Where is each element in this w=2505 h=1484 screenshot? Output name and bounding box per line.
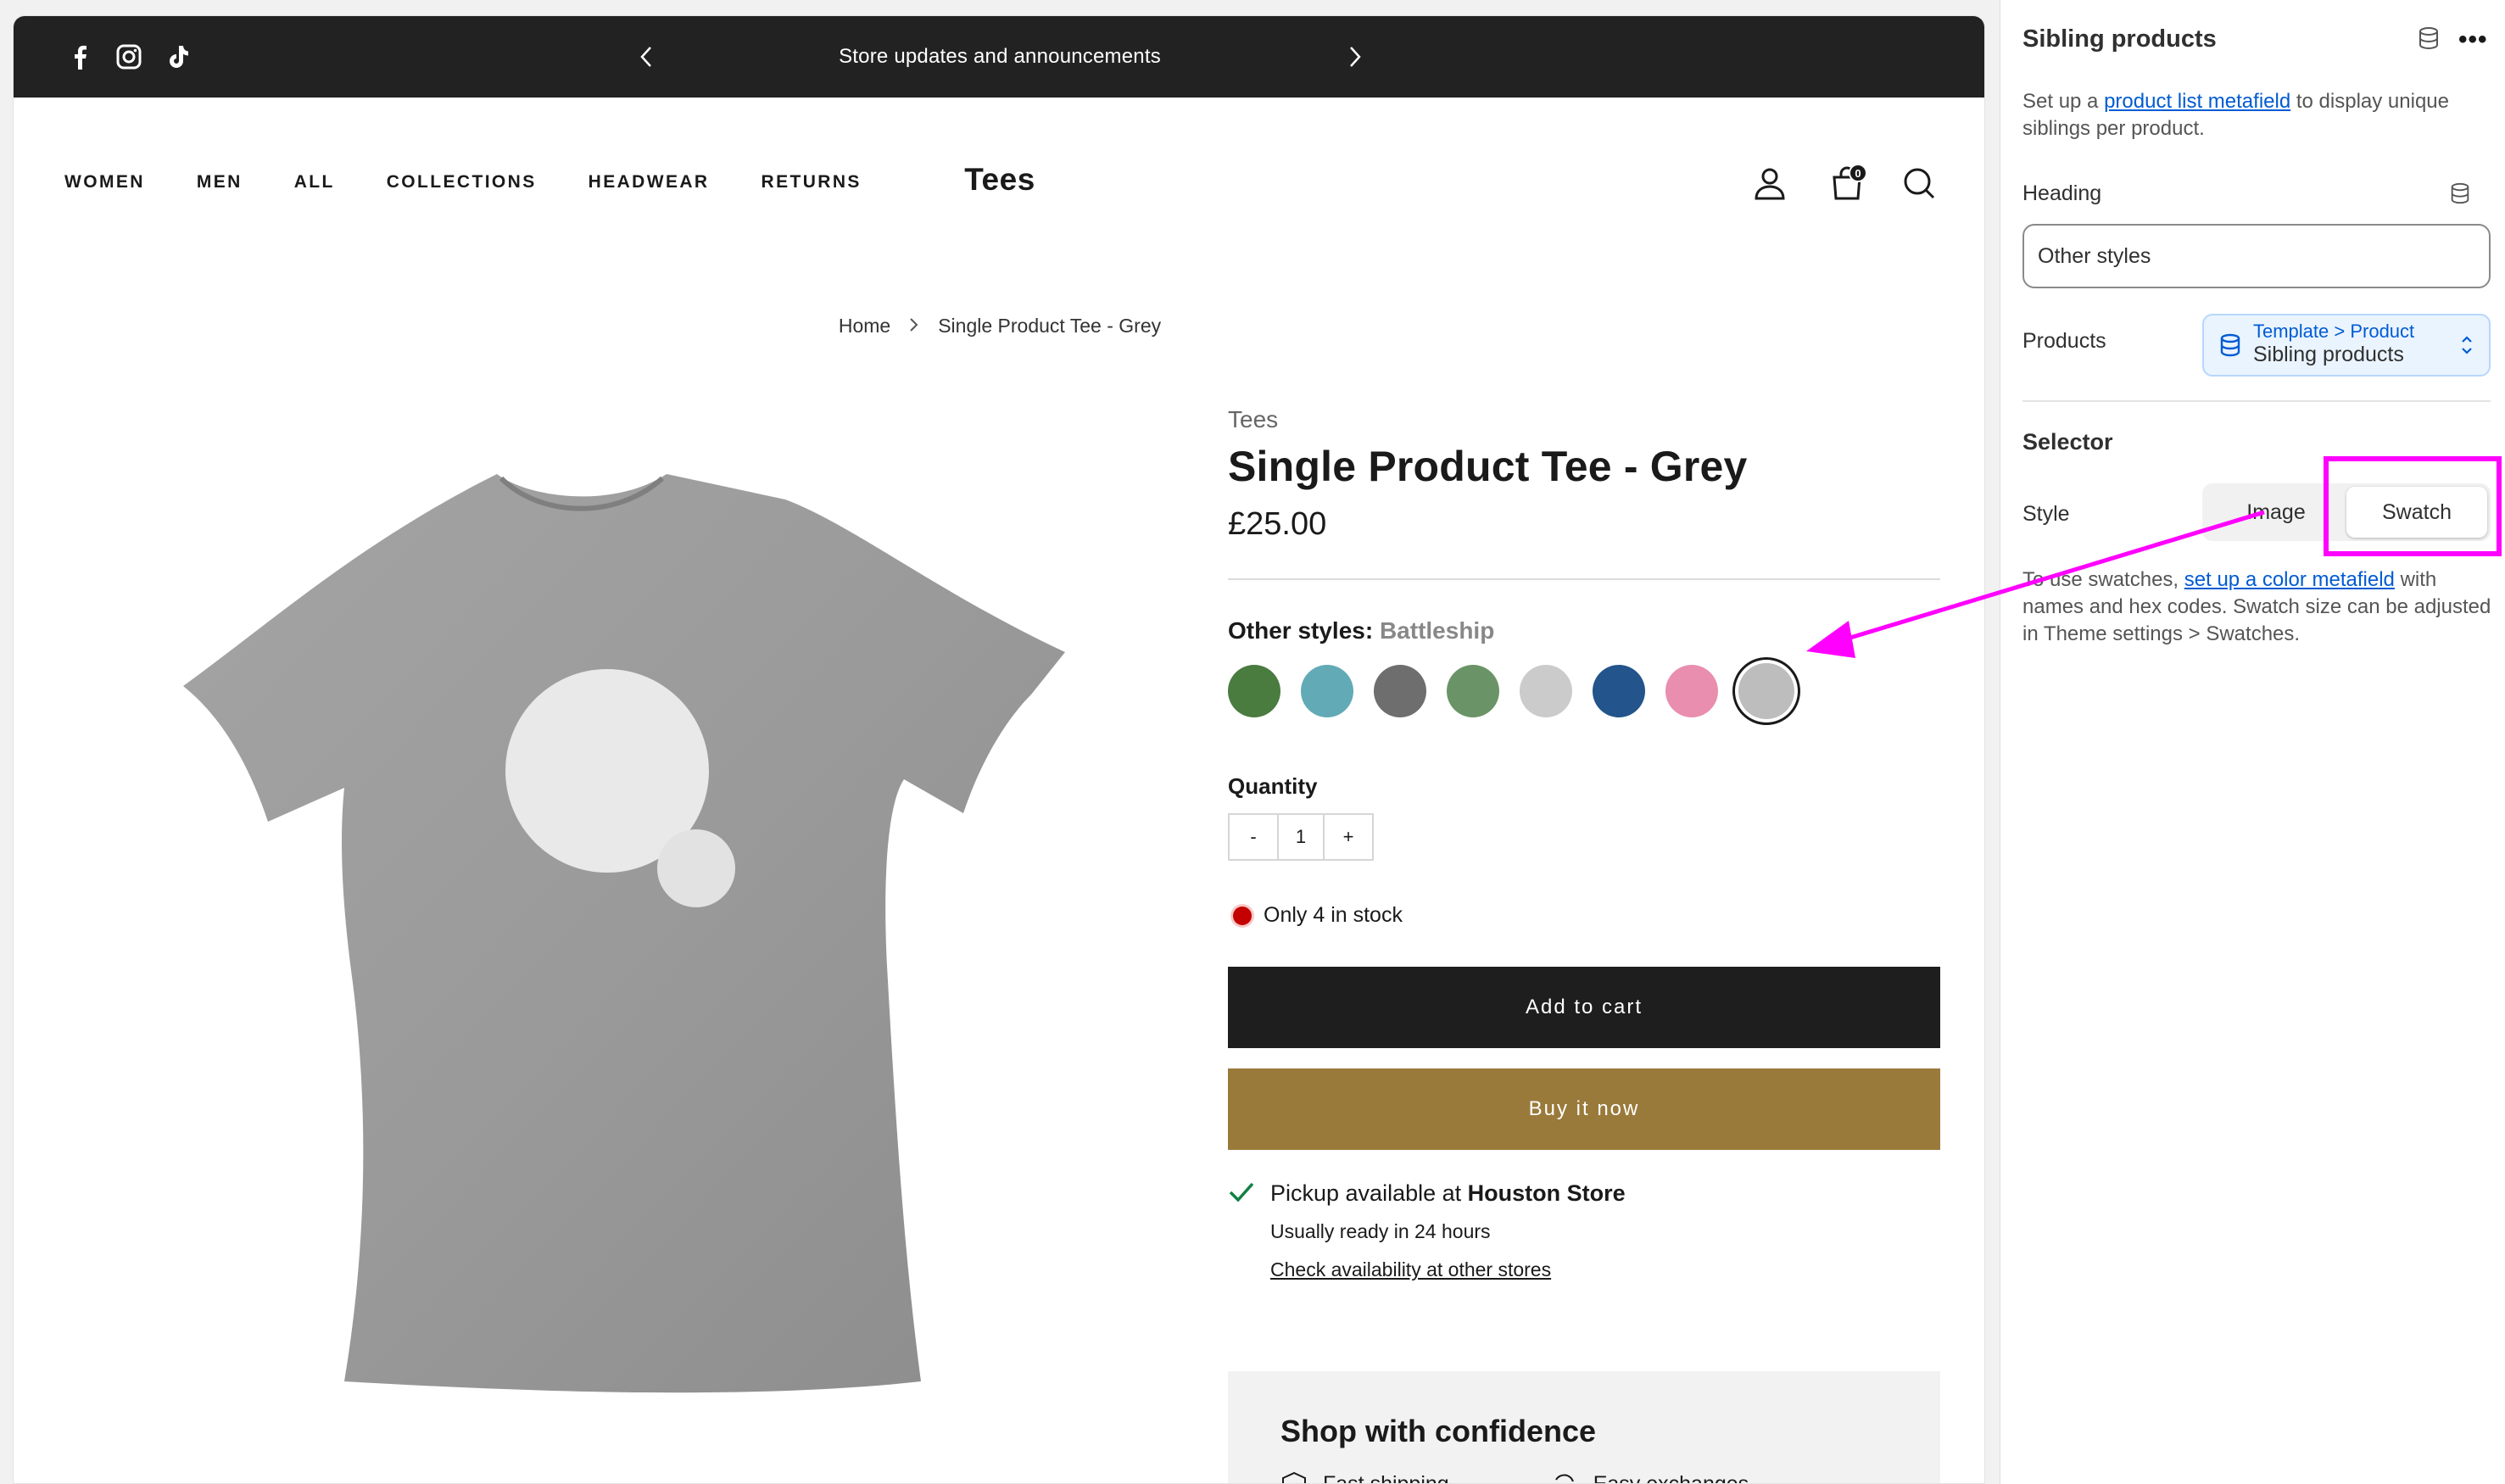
color-metafield-link[interactable]: set up a color metafield bbox=[2184, 568, 2395, 591]
selected-style-name: Battleship bbox=[1379, 617, 1495, 644]
low-stock-dot-icon bbox=[1233, 906, 1252, 925]
database-icon bbox=[2451, 182, 2469, 204]
search-icon bbox=[1904, 168, 1935, 199]
chevron-right-icon bbox=[910, 318, 918, 332]
pickup-text: Pickup available at Houston Store bbox=[1270, 1180, 1626, 1207]
swatch-list bbox=[1228, 663, 1940, 719]
divider bbox=[1228, 578, 1940, 580]
selector-section-title: Selector bbox=[2022, 429, 2113, 455]
product-price: £25.00 bbox=[1228, 506, 1327, 542]
shop-with-confidence-block: Shop with confidence Fast shipping Easy … bbox=[1228, 1371, 1940, 1484]
database-icon bbox=[2419, 27, 2438, 50]
heading-label: Heading bbox=[2022, 181, 2102, 205]
site-header: WOMEN MEN ALL COLLECTIONS HEADWEAR RETUR… bbox=[14, 98, 1984, 233]
user-icon bbox=[1755, 168, 1785, 200]
swatch[interactable] bbox=[1374, 665, 1426, 717]
account-button[interactable] bbox=[1750, 164, 1789, 203]
more-options-button[interactable]: ••• bbox=[2458, 25, 2488, 54]
add-to-cart-button[interactable]: Add to cart bbox=[1228, 967, 1940, 1048]
dynamic-source-button[interactable] bbox=[2416, 25, 2441, 55]
stock-text: Only 4 in stock bbox=[1264, 903, 1403, 927]
other-styles-heading: Other styles: bbox=[1228, 617, 1374, 644]
quantity-input[interactable]: 1 bbox=[1277, 815, 1325, 859]
products-label: Products bbox=[2022, 329, 2106, 353]
database-icon bbox=[2220, 333, 2240, 357]
confidence-item-exchanges: Easy exchanges bbox=[1551, 1471, 1749, 1484]
product-list-metafield-link[interactable]: product list metafield bbox=[2104, 90, 2290, 113]
swatch[interactable] bbox=[1665, 665, 1718, 717]
quantity-label: Quantity bbox=[1228, 773, 1318, 799]
help-text: To use swatches, bbox=[2022, 568, 2179, 591]
pickup-prefix: Pickup available at bbox=[1270, 1180, 1462, 1206]
product-title: Single Product Tee - Grey bbox=[1228, 443, 1748, 490]
chevron-right-icon bbox=[1350, 47, 1361, 67]
swatch[interactable] bbox=[1228, 665, 1280, 717]
search-button[interactable] bbox=[1900, 164, 1939, 203]
source-value: Sibling products bbox=[2253, 343, 2404, 366]
exchange-icon bbox=[1554, 1474, 1574, 1482]
pickup-ready-time: Usually ready in 24 hours bbox=[1270, 1220, 1491, 1242]
store-logo[interactable]: Tees bbox=[14, 162, 1984, 198]
product-info: Tees Single Product Tee - Grey £25.00 Ot… bbox=[1228, 406, 1940, 1281]
heading-dynamic-source-button[interactable] bbox=[2448, 181, 2472, 209]
swatch[interactable] bbox=[1520, 665, 1572, 717]
product-image[interactable] bbox=[175, 440, 1074, 1424]
quantity-increase-button[interactable]: + bbox=[1325, 815, 1372, 859]
style-label: Style bbox=[2022, 502, 2070, 526]
announcement-text: Store updates and announcements bbox=[839, 45, 1161, 68]
announcement-next-button[interactable] bbox=[1338, 40, 1372, 74]
product-vendor[interactable]: Tees bbox=[1228, 406, 1940, 433]
cart-button[interactable]: 0 bbox=[1825, 164, 1869, 203]
stock-status: Only 4 in stock bbox=[1228, 903, 1940, 928]
breadcrumb-current: Single Product Tee - Grey bbox=[938, 315, 1162, 337]
heading-input[interactable]: Other styles bbox=[2022, 224, 2491, 288]
confidence-item-label: Easy exchanges bbox=[1593, 1471, 1749, 1484]
panel-title: Sibling products bbox=[2022, 25, 2217, 53]
swatch[interactable] bbox=[1447, 665, 1499, 717]
confidence-item-label: Fast shipping bbox=[1323, 1471, 1449, 1484]
check-availability-link[interactable]: Check availability at other stores bbox=[1270, 1258, 1626, 1281]
panel-intro-text: Set up a product list metafield to displ… bbox=[2022, 88, 2497, 142]
quantity-decrease-button[interactable]: - bbox=[1230, 815, 1277, 859]
intro-text: Set up a bbox=[2022, 90, 2099, 113]
pickup-store: Houston Store bbox=[1467, 1180, 1626, 1206]
announcement-bar: Store updates and announcements bbox=[14, 16, 1984, 98]
chevron-up-down-icon bbox=[2462, 336, 2472, 354]
cart-count-badge: 0 bbox=[1849, 164, 1867, 182]
settings-panel: Sibling products ••• Set up a product li… bbox=[2000, 0, 2505, 1484]
confidence-item-shipping: Fast shipping bbox=[1280, 1471, 1449, 1484]
swatch[interactable] bbox=[1593, 665, 1645, 717]
breadcrumb: Home Single Product Tee - Grey bbox=[14, 315, 1984, 338]
box-icon bbox=[1282, 1471, 1306, 1483]
swatch[interactable] bbox=[1301, 665, 1353, 717]
buy-it-now-button[interactable]: Buy it now bbox=[1228, 1068, 1940, 1150]
swatch-help-text: To use swatches, set up a color metafiel… bbox=[2022, 566, 2497, 648]
products-source-selector[interactable]: Template > Product Sibling products bbox=[2202, 314, 2491, 377]
source-path: Template > Product bbox=[2253, 321, 2415, 342]
other-styles-label: Other styles: Battleship bbox=[1228, 617, 1940, 644]
divider bbox=[2022, 400, 2491, 402]
checkmark-icon bbox=[1229, 1182, 1254, 1202]
highlight-box bbox=[2324, 456, 2502, 556]
swatch-selected[interactable] bbox=[1738, 663, 1794, 719]
breadcrumb-separator bbox=[909, 315, 919, 338]
confidence-title: Shop with confidence bbox=[1280, 1414, 1597, 1448]
breadcrumb-home-link[interactable]: Home bbox=[839, 315, 890, 338]
storefront-preview: Store updates and announcements WOMEN ME… bbox=[13, 15, 1985, 1484]
pickup-availability: Pickup available at Houston Store Usuall… bbox=[1228, 1180, 1940, 1281]
quantity-stepper: - 1 + bbox=[1228, 813, 1374, 861]
